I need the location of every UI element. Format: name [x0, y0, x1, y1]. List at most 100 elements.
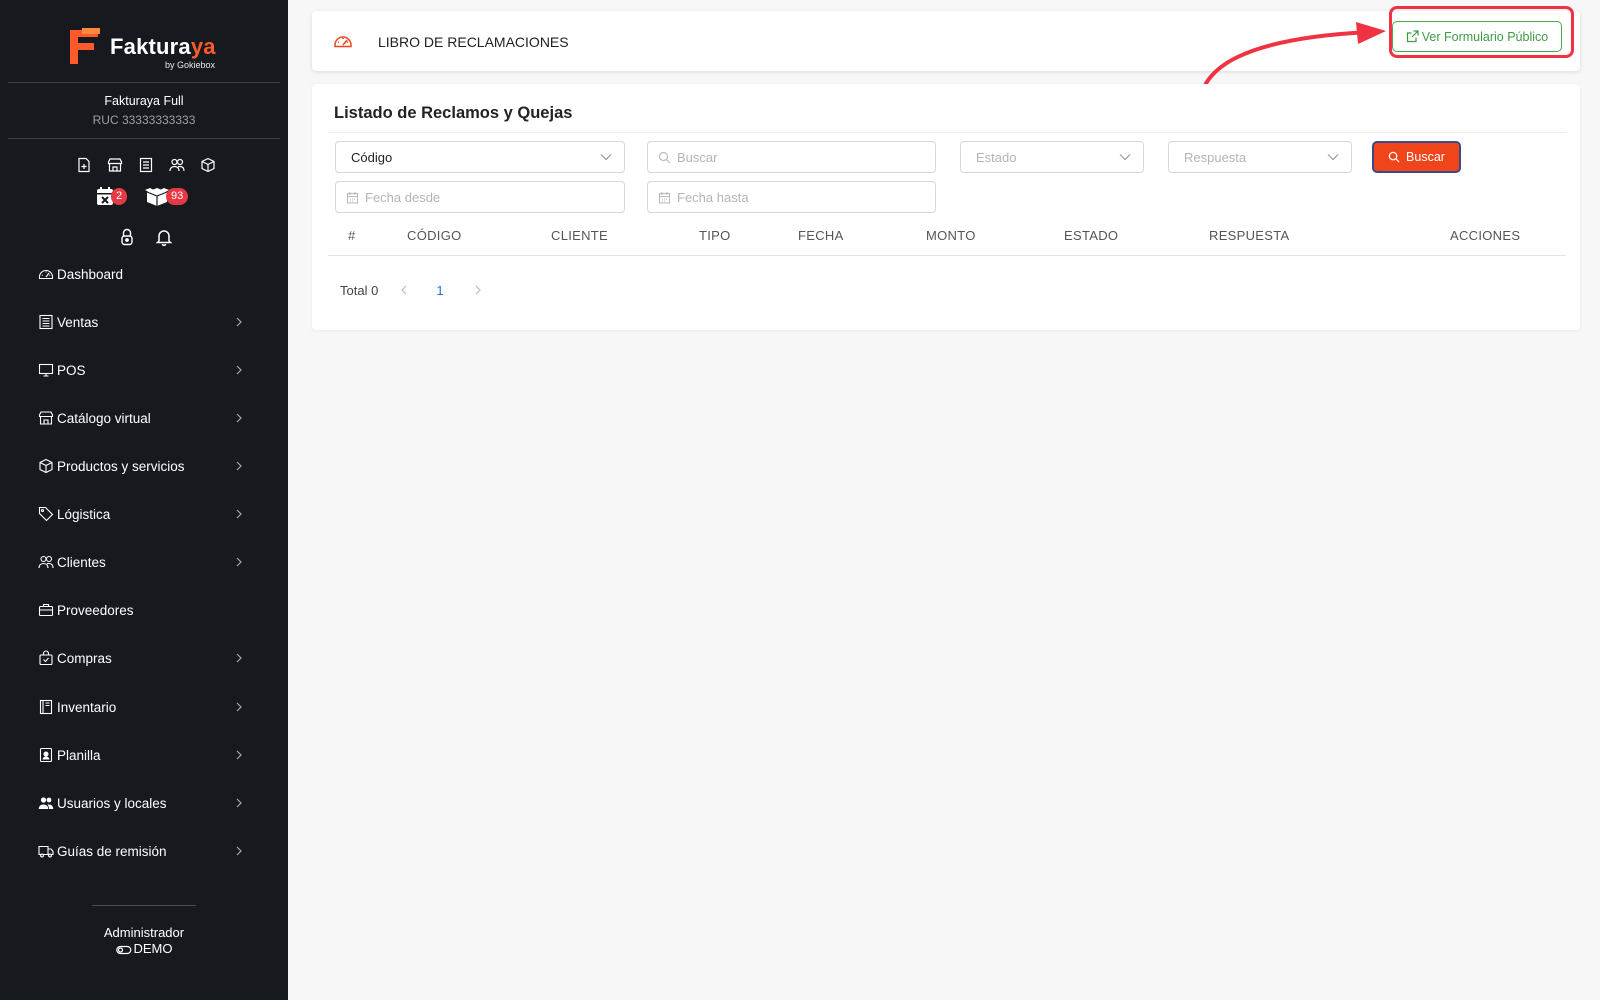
receipt-icon — [39, 314, 53, 330]
chevron-right-icon — [236, 750, 242, 760]
sidebar-item-compras[interactable]: Compras — [38, 646, 248, 670]
notification-badges: 2 93 — [92, 186, 212, 208]
column-header: RESPUESTA — [1209, 228, 1290, 243]
store-icon — [38, 411, 54, 425]
brand-byline: by Gokiebox — [165, 60, 216, 70]
sidebar-item-proveedores[interactable]: Proveedores — [38, 598, 248, 622]
logo-mark-icon — [70, 28, 100, 64]
sidebar-item-label: POS — [57, 362, 86, 378]
book-icon — [39, 699, 53, 715]
bell-icon[interactable] — [155, 228, 173, 246]
sidebar-item-label: Compras — [57, 650, 112, 666]
toggle-icon — [115, 945, 131, 955]
brand-logo[interactable]: Fakturaya by Gokiebox — [68, 24, 228, 72]
page-number[interactable]: 1 — [436, 283, 443, 298]
packages-count-badge: 93 — [166, 188, 189, 205]
total-count: Total 0 — [340, 282, 379, 298]
sidebar-item-clientes[interactable]: Clientes — [38, 550, 248, 574]
shopping-bag-icon — [39, 650, 53, 666]
chevron-right-icon — [236, 653, 242, 663]
dashboard-icon — [38, 269, 54, 280]
sidebar-item-label: Inventario — [57, 699, 117, 715]
user-actions — [119, 228, 173, 248]
lock-icon[interactable] — [119, 228, 135, 246]
chevron-right-icon — [236, 798, 242, 808]
calendar-icon — [658, 191, 671, 204]
sidebar-item-label: Planilla — [57, 747, 101, 763]
column-header: CLIENTE — [551, 228, 609, 243]
chevron-right-icon — [236, 702, 242, 712]
tag-icon — [38, 506, 54, 522]
column-header: CÓDIGO — [407, 228, 462, 243]
chevron-right-icon — [236, 846, 242, 856]
receipt-icon[interactable] — [138, 157, 154, 173]
environment-mode[interactable]: DEMO — [0, 941, 288, 956]
column-header: ACCIONES — [1450, 228, 1521, 243]
sidebar-item-logistica[interactable]: Lógistica — [38, 502, 248, 526]
new-document-icon[interactable] — [76, 157, 92, 173]
chevron-down-icon — [600, 154, 612, 161]
table-header: # CÓDIGO CLIENTE TIPO FECHA MONTO ESTADO… — [334, 228, 1566, 256]
chevron-right-icon — [236, 557, 242, 567]
company-ruc: RUC 33333333333 — [92, 113, 196, 127]
search-button[interactable]: Buscar — [1372, 141, 1461, 173]
sidebar-item-dashboard[interactable]: Dashboard — [38, 262, 248, 286]
store-icon[interactable] — [107, 157, 123, 173]
sidebar-item-planilla[interactable]: Planilla — [38, 743, 248, 767]
chevron-down-icon — [1327, 154, 1339, 161]
brand-name: Fakturaya — [110, 34, 216, 59]
complaints-list-card: Listado de Reclamos y Quejas Código Busc… — [312, 84, 1580, 330]
date-from-input[interactable]: Fecha desde — [335, 181, 625, 213]
divider — [8, 138, 280, 139]
briefcase-icon — [38, 603, 54, 617]
chevron-down-icon — [1119, 154, 1131, 161]
column-header: ESTADO — [1064, 228, 1119, 243]
sidebar-item-productos-y-servicios[interactable]: Productos y servicios — [38, 454, 248, 478]
sidebar-item-label: Catálogo virtual — [57, 410, 151, 426]
company-name: Fakturaya Full — [104, 94, 184, 108]
sidebar-item-label: Usuarios y locales — [57, 795, 167, 811]
section-title: Listado de Reclamos y Quejas — [334, 104, 573, 122]
search-field-select[interactable]: Código — [335, 141, 625, 173]
sidebar-item-label: Ventas — [57, 314, 99, 330]
sidebar-item-label: Clientes — [57, 554, 106, 570]
date-to-input[interactable]: Fecha hasta — [647, 181, 936, 213]
sidebar-item-catalogo-virtual[interactable]: Catálogo virtual — [38, 406, 248, 430]
box-icon[interactable] — [200, 157, 216, 173]
sidebar-item-label: Guías de remisión — [57, 843, 167, 859]
chevron-right-icon — [236, 461, 242, 471]
estado-select[interactable]: Estado — [960, 141, 1144, 173]
sidebar-item-label: Productos y servicios — [57, 458, 185, 474]
sidebar-item-label: Proveedores — [57, 602, 134, 618]
column-header: MONTO — [926, 228, 976, 243]
sidebar-item-pos[interactable]: POS — [38, 358, 248, 382]
monitor-icon — [38, 363, 54, 377]
search-icon — [658, 151, 671, 163]
column-header: TIPO — [699, 228, 731, 243]
search-input[interactable]: Buscar — [647, 141, 936, 173]
users-icon — [38, 555, 54, 569]
chevron-right-icon — [236, 509, 242, 519]
sidebar: Fakturaya by Gokiebox Fakturaya Full RUC… — [0, 0, 288, 1000]
sidebar-item-usuarios-y-locales[interactable]: Usuarios y locales — [38, 791, 248, 815]
sidebar-item-ventas[interactable]: Ventas — [38, 310, 248, 334]
chevron-right-icon[interactable] — [474, 284, 482, 296]
quick-access-bar — [76, 157, 216, 175]
dashboard-icon — [334, 36, 352, 48]
users-icon[interactable] — [169, 157, 185, 173]
chevron-right-icon — [236, 365, 242, 375]
calendar-icon — [346, 191, 359, 204]
divider — [8, 82, 280, 83]
chevron-left-icon[interactable] — [400, 284, 408, 296]
column-header: FECHA — [798, 228, 844, 243]
sidebar-item-label: Lógistica — [57, 506, 111, 522]
sidebar-item-guias-de-remision[interactable]: Guías de remisión — [38, 839, 248, 863]
respuesta-select[interactable]: Respuesta — [1168, 141, 1352, 173]
pagination: Total 0 1 — [340, 280, 482, 300]
divider — [328, 132, 1566, 133]
user-role: Administrador — [103, 925, 185, 940]
user-group-icon — [38, 797, 54, 809]
sidebar-item-inventario[interactable]: Inventario — [38, 695, 248, 719]
truck-icon — [38, 845, 54, 858]
divider — [328, 255, 1566, 256]
